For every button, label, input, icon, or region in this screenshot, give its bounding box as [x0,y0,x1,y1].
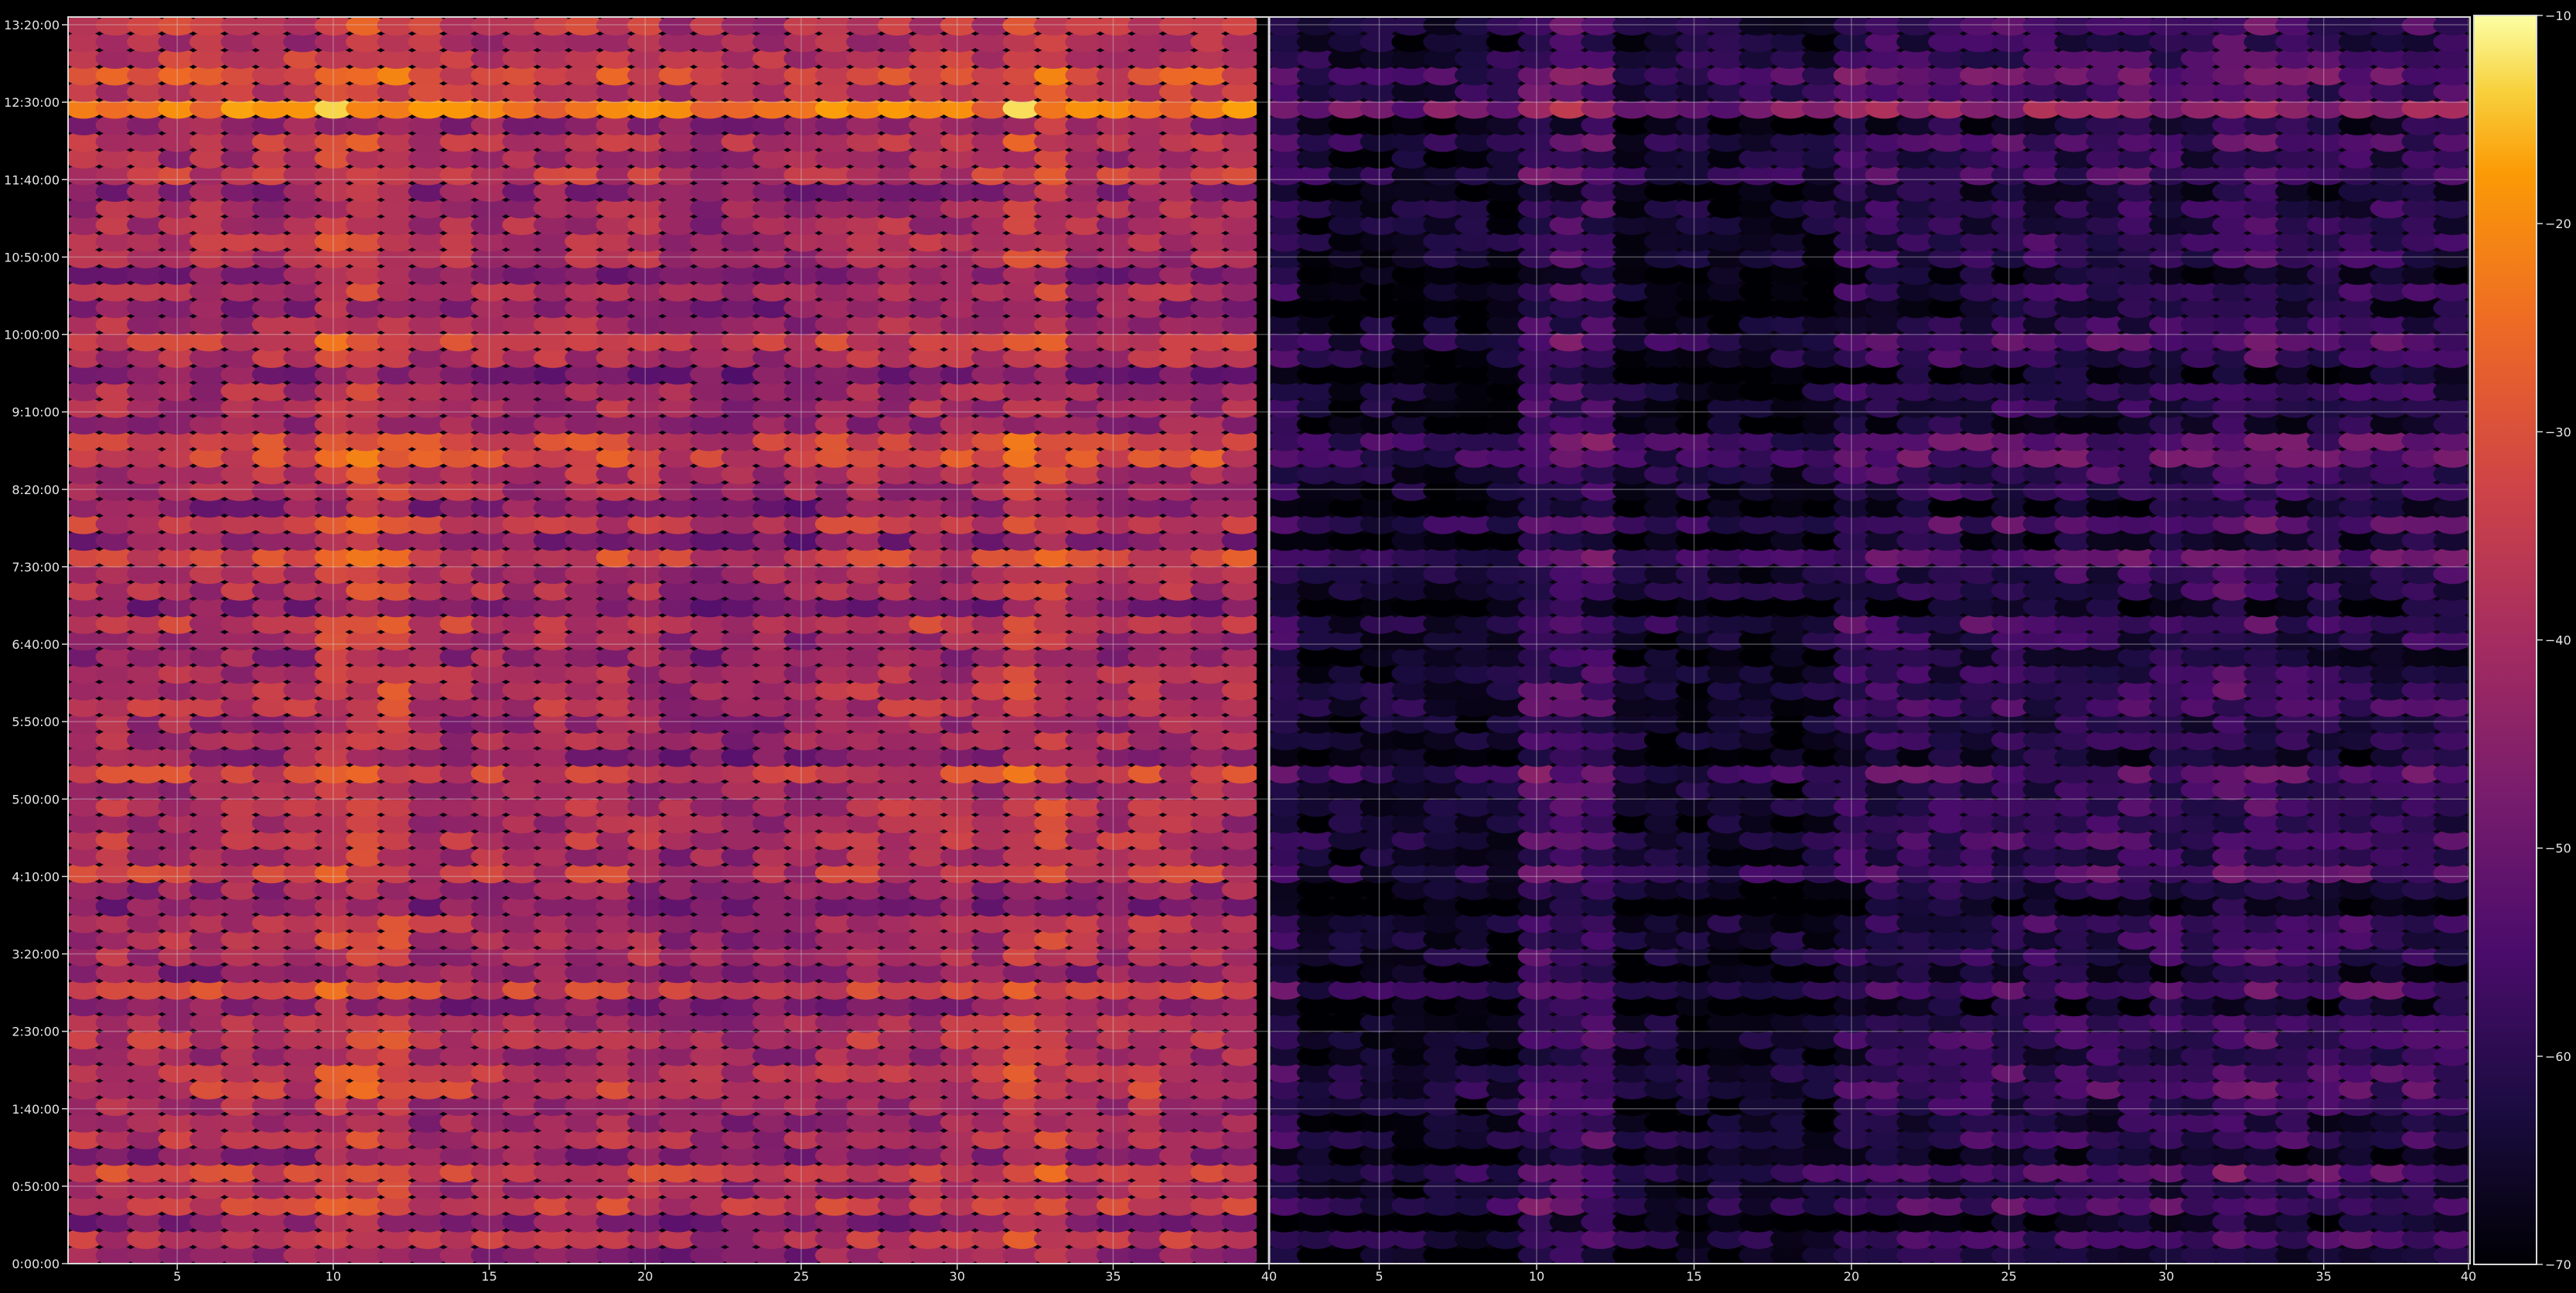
heatmap-chart: 0:00:000:50:001:40:002:30:003:20:004:10:… [0,0,2576,1293]
heatmap-panel-left [68,17,1257,1264]
heatmap-panel-right [1269,17,2469,1264]
